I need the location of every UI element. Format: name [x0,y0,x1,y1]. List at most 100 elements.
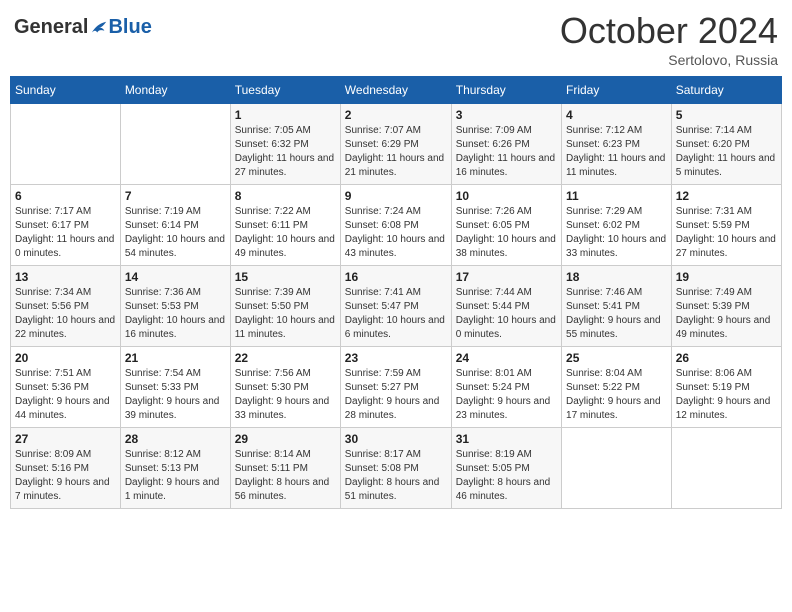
day-info: Sunrise: 7:09 AMSunset: 6:26 PMDaylight:… [456,124,557,180]
sunset-text: Sunset: 5:11 PM [235,462,336,476]
day-number: 28 [125,432,226,446]
daylight-text: Daylight: 8 hours and 56 minutes. [235,476,336,504]
daylight-text: Daylight: 10 hours and 22 minutes. [15,314,116,342]
day-number: 24 [456,351,557,365]
daylight-text: Daylight: 10 hours and 16 minutes. [125,314,226,342]
daylight-text: Daylight: 10 hours and 11 minutes. [235,314,336,342]
sunrise-text: Sunrise: 7:41 AM [345,286,447,300]
daylight-text: Daylight: 11 hours and 21 minutes. [345,152,447,180]
day-number: 3 [456,108,557,122]
calendar-cell: 10Sunrise: 7:26 AMSunset: 6:05 PMDayligh… [451,185,561,266]
calendar-cell: 21Sunrise: 7:54 AMSunset: 5:33 PMDayligh… [120,347,230,428]
day-number: 19 [676,270,777,284]
day-info: Sunrise: 7:51 AMSunset: 5:36 PMDaylight:… [15,367,116,423]
calendar-week-row: 1Sunrise: 7:05 AMSunset: 6:32 PMDaylight… [11,104,782,185]
daylight-text: Daylight: 11 hours and 16 minutes. [456,152,557,180]
sunrise-text: Sunrise: 7:26 AM [456,205,557,219]
title-block: October 2024 Sertolovo, Russia [560,10,778,68]
calendar-cell: 7 Sunrise: 7:19 AMSunset: 6:14 PMDaylight… [120,185,230,266]
column-header-friday: Friday [562,77,672,104]
day-info: Sunrise: 8:19 AMSunset: 5:05 PMDaylight:… [456,448,557,504]
sunrise-text: Sunrise: 8:12 AM [125,448,226,462]
day-number: 17 [456,270,557,284]
daylight-text: Daylight: 9 hours and 23 minutes. [456,395,557,423]
sunset-text: Sunset: 5:13 PM [125,462,226,476]
sunset-text: Sunset: 5:05 PM [456,462,557,476]
day-info: Sunrise: 7:44 AMSunset: 5:44 PMDaylight:… [456,286,557,342]
sunrise-text: Sunrise: 8:09 AM [15,448,116,462]
sunset-text: Sunset: 5:36 PM [15,381,116,395]
day-info: Sunrise: 7:17 AMSunset: 6:17 PMDaylight:… [15,205,116,261]
sunset-text: Sunset: 5:24 PM [456,381,557,395]
day-info: Sunrise: 7:12 AMSunset: 6:23 PMDaylight:… [566,124,667,180]
calendar-cell: 28 Sunrise: 8:12 AMSunset: 5:13 PMDayligh… [120,428,230,509]
day-number: 22 [235,351,336,365]
day-number: 21 [125,351,226,365]
day-info: Sunrise: 7:59 AMSunset: 5:27 PMDaylight:… [345,367,447,423]
sunrise-text: Sunrise: 7:17 AM [15,205,116,219]
calendar-table: SundayMondayTuesdayWednesdayThursdayFrid… [10,76,782,509]
day-info: Sunrise: 7:41 AMSunset: 5:47 PMDaylight:… [345,286,447,342]
daylight-text: Daylight: 10 hours and 43 minutes. [345,233,447,261]
sunrise-text: Sunrise: 7:31 AM [676,205,777,219]
logo-bird-icon [90,19,108,37]
page-header: General Blue October 2024 Sertolovo, Rus… [10,10,782,68]
day-info: Sunrise: 7:24 AMSunset: 6:08 PMDaylight:… [345,205,447,261]
sunset-text: Sunset: 5:30 PM [235,381,336,395]
day-info: Sunrise: 7:19 AMSunset: 6:14 PMDaylight:… [125,205,226,261]
calendar-cell [562,428,672,509]
calendar-cell: 13Sunrise: 7:34 AMSunset: 5:56 PMDayligh… [11,266,121,347]
calendar-cell: 27Sunrise: 8:09 AMSunset: 5:16 PMDayligh… [11,428,121,509]
day-info: Sunrise: 8:01 AMSunset: 5:24 PMDaylight:… [456,367,557,423]
sunrise-text: Sunrise: 7:29 AM [566,205,667,219]
sunrise-text: Sunrise: 8:19 AM [456,448,557,462]
daylight-text: Daylight: 10 hours and 0 minutes. [456,314,557,342]
location-subtitle: Sertolovo, Russia [560,52,778,68]
daylight-text: Daylight: 9 hours and 7 minutes. [15,476,116,504]
day-number: 10 [456,189,557,203]
sunrise-text: Sunrise: 8:17 AM [345,448,447,462]
sunset-text: Sunset: 5:59 PM [676,219,777,233]
day-number: 16 [345,270,447,284]
calendar-cell [671,428,781,509]
sunset-text: Sunset: 5:53 PM [125,300,226,314]
day-info: Sunrise: 7:56 AMSunset: 5:30 PMDaylight:… [235,367,336,423]
calendar-cell: 3 Sunrise: 7:09 AMSunset: 6:26 PMDaylight… [451,104,561,185]
logo: General Blue [14,16,152,39]
daylight-text: Daylight: 9 hours and 17 minutes. [566,395,667,423]
sunset-text: Sunset: 6:05 PM [456,219,557,233]
daylight-text: Daylight: 10 hours and 54 minutes. [125,233,226,261]
day-number: 29 [235,432,336,446]
calendar-cell: 29Sunrise: 8:14 AMSunset: 5:11 PMDayligh… [230,428,340,509]
day-info: Sunrise: 8:12 AMSunset: 5:13 PMDaylight:… [125,448,226,504]
month-year-title: October 2024 [560,10,778,52]
day-number: 12 [676,189,777,203]
column-header-wednesday: Wednesday [340,77,451,104]
day-number: 27 [15,432,116,446]
sunset-text: Sunset: 6:26 PM [456,138,557,152]
daylight-text: Daylight: 9 hours and 12 minutes. [676,395,777,423]
day-info: Sunrise: 7:07 AMSunset: 6:29 PMDaylight:… [345,124,447,180]
daylight-text: Daylight: 9 hours and 55 minutes. [566,314,667,342]
calendar-cell: 2 Sunrise: 7:07 AMSunset: 6:29 PMDaylight… [340,104,451,185]
sunset-text: Sunset: 5:08 PM [345,462,447,476]
day-number: 5 [676,108,777,122]
sunset-text: Sunset: 5:41 PM [566,300,667,314]
sunset-text: Sunset: 6:20 PM [676,138,777,152]
daylight-text: Daylight: 9 hours and 33 minutes. [235,395,336,423]
daylight-text: Daylight: 11 hours and 27 minutes. [235,152,336,180]
day-number: 2 [345,108,447,122]
calendar-cell: 5Sunrise: 7:14 AMSunset: 6:20 PMDaylight… [671,104,781,185]
day-info: Sunrise: 7:29 AMSunset: 6:02 PMDaylight:… [566,205,667,261]
sunrise-text: Sunrise: 7:22 AM [235,205,336,219]
calendar-week-row: 27Sunrise: 8:09 AMSunset: 5:16 PMDayligh… [11,428,782,509]
day-info: Sunrise: 7:36 AMSunset: 5:53 PMDaylight:… [125,286,226,342]
sunrise-text: Sunrise: 7:59 AM [345,367,447,381]
day-number: 7 [125,189,226,203]
day-number: 6 [15,189,116,203]
calendar-cell: 24 Sunrise: 8:01 AMSunset: 5:24 PMDayligh… [451,347,561,428]
day-number: 11 [566,189,667,203]
calendar-cell [11,104,121,185]
column-header-monday: Monday [120,77,230,104]
sunrise-text: Sunrise: 7:51 AM [15,367,116,381]
